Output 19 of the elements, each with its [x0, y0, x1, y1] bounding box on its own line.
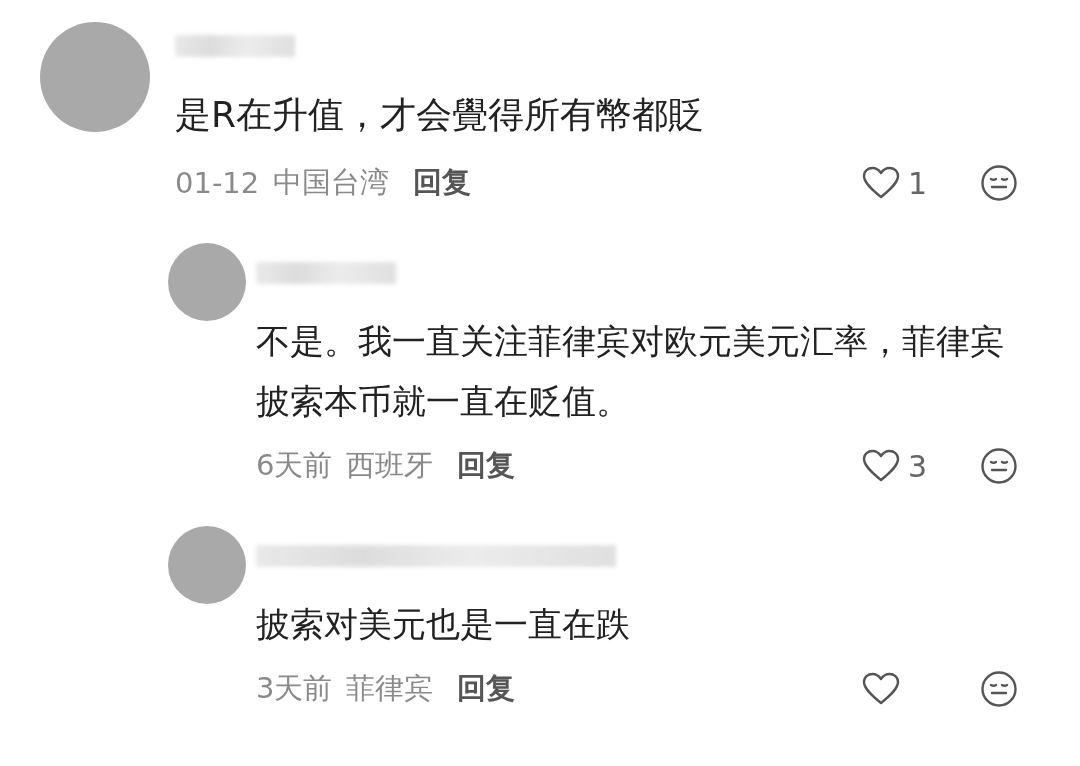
- comment-text: 不是。我一直关注菲律宾对欧元美元汇率，菲律宾披索本币就一直在贬值。: [256, 320, 1005, 423]
- comment-location: 中国台湾: [273, 164, 390, 201]
- reply-link[interactable]: 回复: [447, 669, 516, 709]
- neutral-face-icon[interactable]: [980, 447, 1018, 485]
- like-count: 3: [908, 448, 928, 484]
- comment-location: 菲律宾: [346, 670, 434, 707]
- comment-date: 6天前: [256, 447, 333, 484]
- reply-link[interactable]: 回复: [447, 446, 516, 486]
- comment-text: 是R在升值，才会覺得所有幣都貶: [175, 93, 705, 137]
- neutral-face-icon[interactable]: [980, 670, 1018, 708]
- like-button[interactable]: 3: [862, 448, 952, 484]
- comment-location: 西班牙: [346, 447, 434, 484]
- like-count: 1: [908, 165, 928, 201]
- neutral-face-icon[interactable]: [980, 164, 1018, 202]
- like-button[interactable]: 1: [862, 165, 952, 201]
- comment-date: 01-12: [175, 166, 260, 200]
- reply-link[interactable]: 回复: [403, 163, 472, 203]
- comment-text: 披索对美元也是一直在跌: [256, 603, 631, 646]
- comment-date: 3天前: [256, 670, 333, 707]
